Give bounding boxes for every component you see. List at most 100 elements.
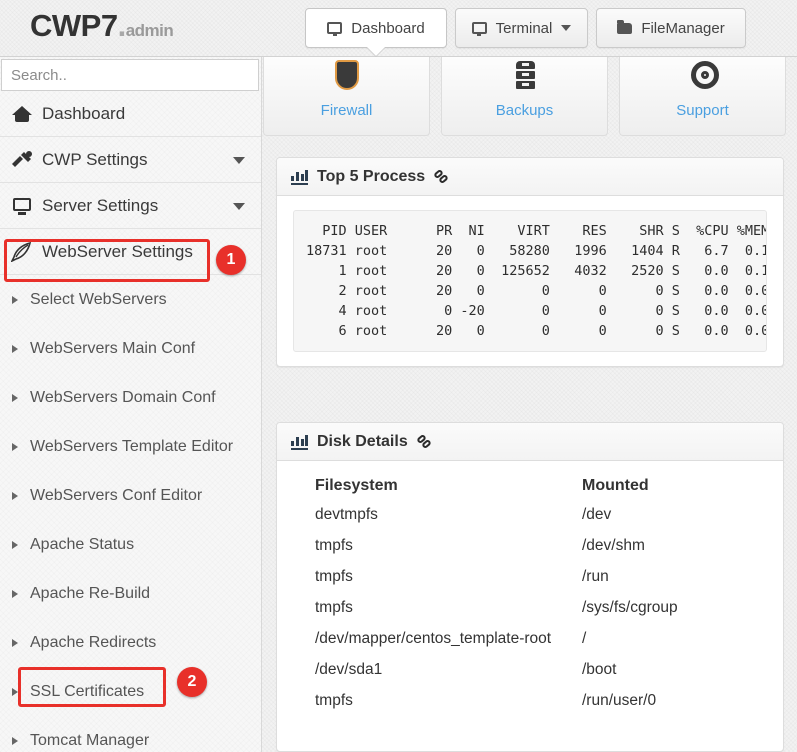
annotation-badge-2: 2 xyxy=(177,667,207,697)
sidebar-subitem-label: Tomcat Manager xyxy=(30,732,149,750)
tools-icon xyxy=(11,150,33,170)
sidebar-subitem-webservers-template-editor[interactable]: WebServers Template Editor xyxy=(0,422,261,471)
nav-tab-terminal[interactable]: Terminal xyxy=(455,8,588,48)
app-header: CWP7.admin Dashboard Terminal FileManage… xyxy=(0,0,797,57)
nav-tab-terminal-label: Terminal xyxy=(496,20,553,37)
table-row: tmpfs /sys/fs/cgroup xyxy=(293,592,767,623)
chevron-down-icon xyxy=(561,25,571,31)
sidebar-subitem-apache-re-build[interactable]: Apache Re-Build xyxy=(0,569,261,618)
main-content: Firewall Backups Support Top 5 Process P… xyxy=(263,57,797,752)
sidebar: Dashboard CWP Settings Server Settings W… xyxy=(0,57,262,752)
sidebar-subitem-tomcat-manager[interactable]: Tomcat Manager xyxy=(0,716,261,752)
sidebar-item-dashboard[interactable]: Dashboard xyxy=(0,91,261,137)
cell-mounted: /boot xyxy=(570,654,767,685)
sidebar-subitem-label: Apache Redirects xyxy=(30,634,156,652)
cell-filesystem: devtmpfs xyxy=(293,499,570,530)
cell-filesystem: tmpfs xyxy=(293,592,570,623)
quick-tiles: Firewall Backups Support xyxy=(263,57,797,138)
sidebar-subitem-apache-status[interactable]: Apache Status xyxy=(0,520,261,569)
sidebar-subitem-label: WebServers Domain Conf xyxy=(30,389,216,407)
sidebar-item-server-settings-label: Server Settings xyxy=(42,196,158,216)
nav-tab-filemanager[interactable]: FileManager xyxy=(596,8,746,48)
sidebar-subitem-label: WebServers Template Editor xyxy=(30,438,233,456)
shield-icon xyxy=(327,60,367,98)
sidebar-item-server-settings[interactable]: Server Settings xyxy=(0,183,261,229)
sidebar-subitem-webservers-domain-conf[interactable]: WebServers Domain Conf xyxy=(0,373,261,422)
chain-icon[interactable] xyxy=(417,434,433,450)
sidebar-subitem-label: Select WebServers xyxy=(30,291,167,309)
sidebar-subitem-label: Apache Status xyxy=(30,536,134,554)
table-row: tmpfs /run/user/0 xyxy=(293,685,767,716)
tile-backups-label: Backups xyxy=(496,102,554,119)
sidebar-subitem-label: WebServers Conf Editor xyxy=(30,487,202,505)
search-input[interactable] xyxy=(1,59,259,91)
cell-filesystem: tmpfs xyxy=(293,530,570,561)
caret-right-icon xyxy=(12,590,18,598)
chevron-down-icon xyxy=(233,157,245,164)
sidebar-submenu: Select WebServers WebServers Main Conf W… xyxy=(0,275,261,752)
cell-filesystem: /dev/mapper/centos_template-root xyxy=(293,623,570,654)
logo-suffix: admin xyxy=(126,21,174,40)
column-header-mounted: Mounted xyxy=(570,475,767,499)
cell-mounted: /dev/shm xyxy=(570,530,767,561)
bar-chart-icon xyxy=(291,434,308,450)
bar-chart-icon xyxy=(291,169,308,185)
server-icon xyxy=(11,196,33,216)
sidebar-subitem-label: Apache Re-Build xyxy=(30,585,150,603)
caret-right-icon xyxy=(12,688,18,696)
disk-details-panel-header: Disk Details xyxy=(277,423,783,461)
tile-support-label: Support xyxy=(676,102,729,119)
cell-mounted: /sys/fs/cgroup xyxy=(570,592,767,623)
sidebar-subitem-apache-redirects[interactable]: Apache Redirects xyxy=(0,618,261,667)
tile-support[interactable]: Support xyxy=(619,57,786,136)
sidebar-subitem-select-webservers[interactable]: Select WebServers xyxy=(0,275,261,324)
table-row: devtmpfs /dev xyxy=(293,499,767,530)
sidebar-subitem-webservers-conf-editor[interactable]: WebServers Conf Editor xyxy=(0,471,261,520)
caret-right-icon xyxy=(12,443,18,451)
top5-process-panel: Top 5 Process PID USER PR NI VIRT RES SH… xyxy=(276,157,784,367)
tile-firewall-label: Firewall xyxy=(321,102,373,119)
nav-tab-filemanager-label: FileManager xyxy=(641,20,724,37)
folder-icon xyxy=(617,23,632,34)
disk-details-title: Disk Details xyxy=(317,433,408,451)
top5-process-panel-body: PID USER PR NI VIRT RES SHR S %CPU %MEM … xyxy=(277,196,783,366)
disk-details-panel: Disk Details Filesystem Mounted devtmpfs… xyxy=(276,422,784,752)
monitor-icon xyxy=(472,22,487,34)
cell-mounted: /dev xyxy=(570,499,767,530)
caret-right-icon xyxy=(12,639,18,647)
sidebar-item-cwp-settings-label: CWP Settings xyxy=(42,150,148,170)
table-row: tmpfs /run xyxy=(293,561,767,592)
caret-right-icon xyxy=(12,541,18,549)
sidebar-subitem-label: WebServers Main Conf xyxy=(30,340,195,358)
sidebar-subitem-ssl-certificates[interactable]: SSL Certificates xyxy=(0,667,261,716)
tile-backups[interactable]: Backups xyxy=(441,57,608,136)
caret-right-icon xyxy=(12,394,18,402)
sidebar-item-cwp-settings[interactable]: CWP Settings xyxy=(0,137,261,183)
table-row: /dev/mapper/centos_template-root / xyxy=(293,623,767,654)
sidebar-item-dashboard-label: Dashboard xyxy=(42,104,125,124)
disk-details-panel-body: Filesystem Mounted devtmpfs /dev tmpfs /… xyxy=(277,461,783,730)
table-header-row: Filesystem Mounted xyxy=(293,475,767,499)
top5-process-title: Top 5 Process xyxy=(317,168,425,186)
nav-tab-dashboard[interactable]: Dashboard xyxy=(305,8,447,48)
sidebar-subitem-webservers-main-conf[interactable]: WebServers Main Conf xyxy=(0,324,261,373)
home-icon xyxy=(11,104,33,124)
tile-firewall[interactable]: Firewall xyxy=(263,57,430,136)
nav-tab-dashboard-label: Dashboard xyxy=(351,20,424,37)
cell-filesystem: /dev/sda1 xyxy=(293,654,570,685)
column-header-filesystem: Filesystem xyxy=(293,475,570,499)
caret-right-icon xyxy=(12,345,18,353)
cell-filesystem: tmpfs xyxy=(293,561,570,592)
monitor-icon xyxy=(327,22,342,34)
table-row: /dev/sda1 /boot xyxy=(293,654,767,685)
server-stack-icon xyxy=(505,60,545,98)
cell-mounted: / xyxy=(570,623,767,654)
chain-icon[interactable] xyxy=(434,169,450,185)
chevron-down-icon xyxy=(233,203,245,210)
caret-right-icon xyxy=(12,492,18,500)
table-row: tmpfs /dev/shm xyxy=(293,530,767,561)
feather-icon xyxy=(11,242,33,262)
sidebar-subitem-label: SSL Certificates xyxy=(30,683,144,701)
sidebar-item-webserver-settings-label: WebServer Settings xyxy=(42,242,193,262)
logo-main: CWP7 xyxy=(30,8,118,43)
